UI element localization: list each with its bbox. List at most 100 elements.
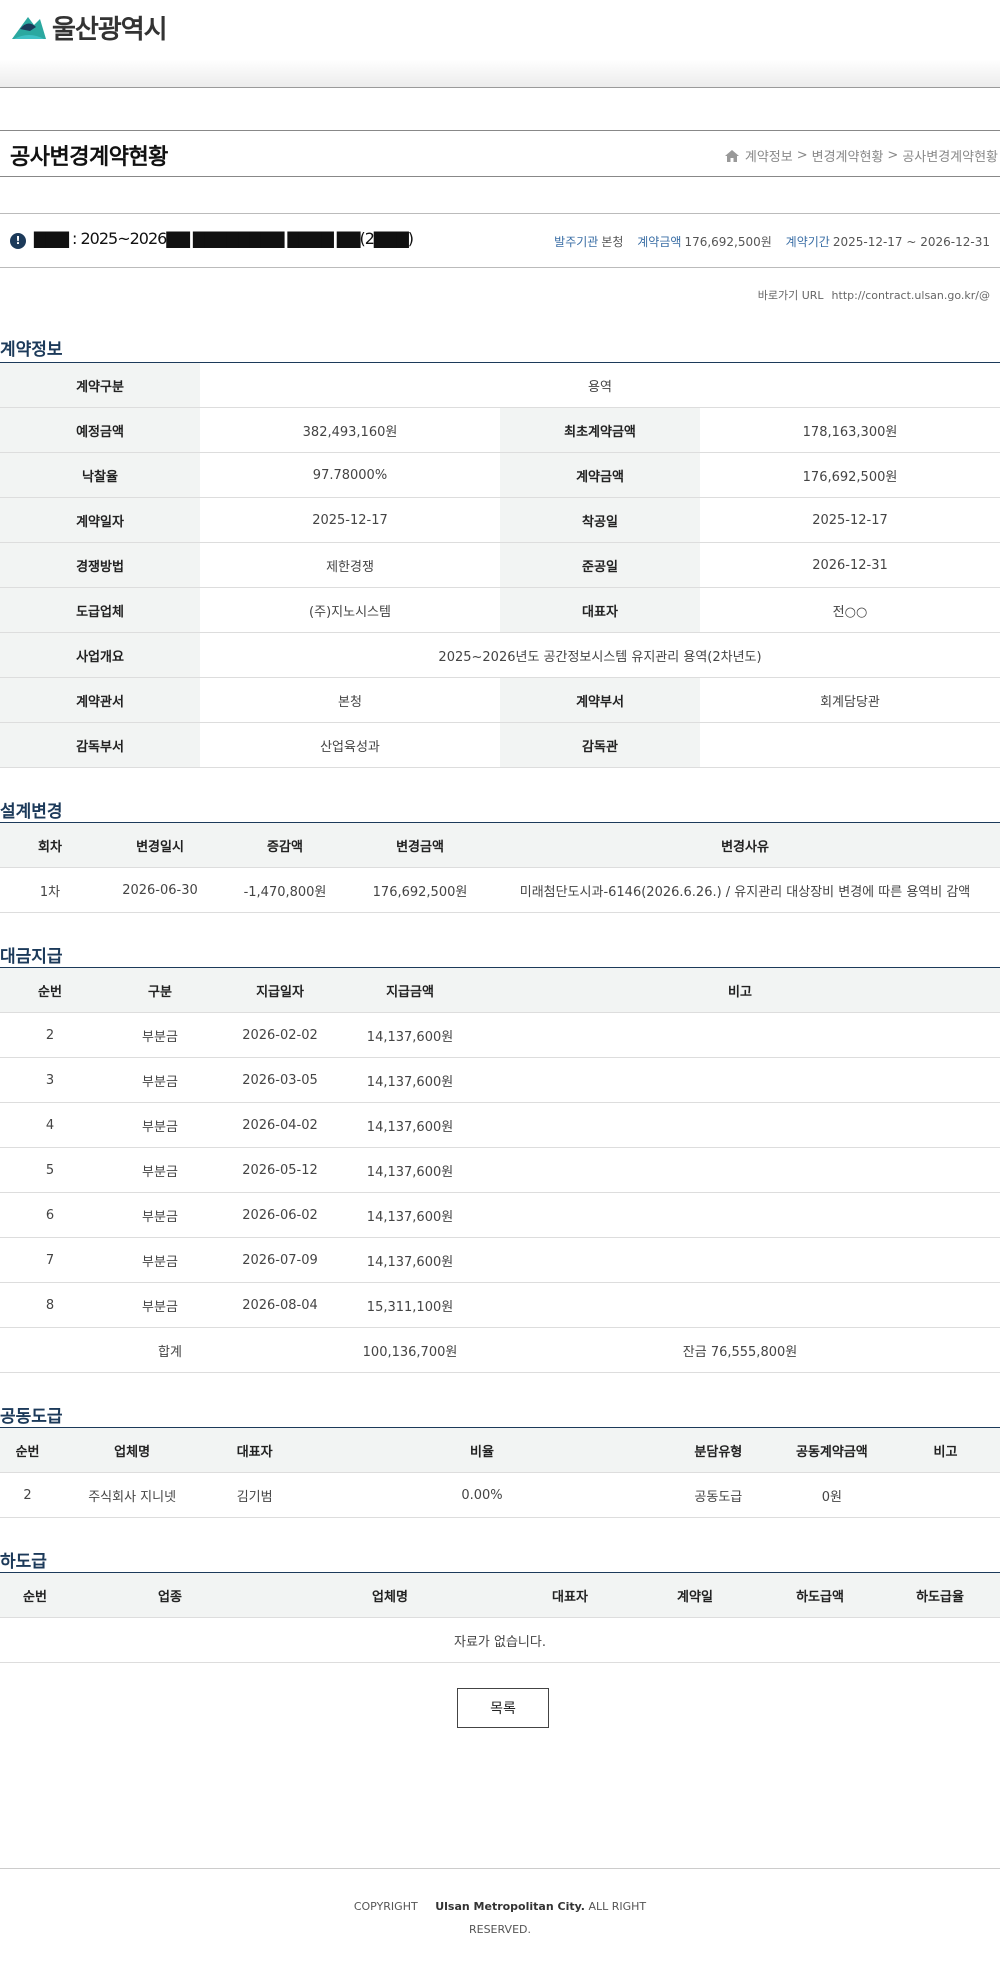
- table-cell: [480, 1012, 1000, 1058]
- info-value: [700, 722, 1000, 768]
- table-cell: 김기범: [209, 1472, 301, 1518]
- joint-contract-table: 순번 업체명 대표자 비율 분담유형 공동계약금액 비고 2 주식회사 지니넷 김기범 0.00%…: [0, 1427, 1000, 1518]
- amount-label: 계약금액: [637, 235, 682, 249]
- payment-table: 순번 구분 지급일자 지급금액 비고 2 부분금 2026-02-02 14,137,600원…: [0, 967, 1000, 1373]
- info-label: 계약구분: [0, 362, 200, 408]
- list-button[interactable]: 목록: [457, 1688, 549, 1728]
- section-title-design-change: 설계변경: [0, 802, 63, 822]
- copyright-org: Ulsan Metropolitan City.: [435, 1900, 585, 1913]
- table-cell: [480, 1057, 1000, 1103]
- balance-amount: 잔금 76,555,800원: [480, 1327, 1000, 1373]
- info-label: 계약관서: [0, 677, 200, 723]
- design-change-table: 회차 변경일시 증감액 변경금액 변경사유 1차 2026-06-30 -1,470,800…: [0, 822, 1000, 913]
- table-cell: 2026-06-30: [100, 867, 220, 913]
- table-cell: 부분금: [100, 1282, 220, 1328]
- table-cell: 14,137,600원: [340, 1012, 480, 1058]
- total-label: 합계: [0, 1327, 340, 1373]
- breadcrumb-separator: >: [887, 148, 899, 163]
- table-cell: 2026-04-02: [220, 1102, 340, 1148]
- column-header: 업체명: [270, 1572, 510, 1618]
- agency-value: 본청: [601, 235, 624, 249]
- info-value: 178,163,300원: [700, 407, 1000, 453]
- table-row: 2 주식회사 지니넷 김기범 0.00% 공동도급 0원: [0, 1472, 1000, 1518]
- breadcrumb-item-contract-info[interactable]: 계약정보: [745, 146, 793, 165]
- site-header: 울산광역시: [0, 0, 1000, 88]
- table-cell: 부분금: [100, 1057, 220, 1103]
- table-row: 4 부분금 2026-04-02 14,137,600원: [0, 1102, 1000, 1148]
- info-value: 제한경쟁: [200, 542, 500, 588]
- contract-info-table: 계약구분 용역 예정금액 382,493,160원 최초계약금액 178,163,300원…: [0, 362, 1000, 768]
- table-row: 예정금액 382,493,160원 최초계약금액 178,163,300원: [0, 407, 1000, 453]
- info-label: 경쟁방법: [0, 542, 200, 588]
- section-title-joint-contract: 공동도급: [0, 1407, 63, 1427]
- table-cell: 14,137,600원: [340, 1057, 480, 1103]
- column-header: 지급금액: [340, 967, 480, 1013]
- table-cell: 4: [0, 1102, 100, 1148]
- column-header: 업종: [70, 1572, 270, 1618]
- table-cell: 2: [0, 1472, 56, 1518]
- column-header: 지급일자: [220, 967, 340, 1013]
- url-label: 바로가기 URL: [757, 289, 824, 302]
- table-cell: 2026-02-02: [220, 1012, 340, 1058]
- copyright-label: COPYRIGHT: [353, 1900, 418, 1913]
- table-row: 6 부분금 2026-06-02 14,137,600원: [0, 1192, 1000, 1238]
- column-header: 구분: [100, 967, 220, 1013]
- empty-message: 자료가 없습니다.: [0, 1617, 1000, 1663]
- breadcrumb-item-change-contract[interactable]: 변경계약현황: [812, 146, 884, 165]
- subcontract-table: 순번 업종 업체명 대표자 계약일 하도급액 하도급율 자료가 없습니다.: [0, 1572, 1000, 1663]
- table-cell: 5: [0, 1147, 100, 1193]
- info-label: 준공일: [500, 542, 700, 588]
- logo-text: 울산광역시: [52, 14, 168, 45]
- section-title-payment: 대금지급: [0, 947, 63, 967]
- ulsan-logo-icon: [12, 17, 46, 39]
- title-bar: 공사변경계약현황 계약정보 > 변경계약현황 > 공사변경계약현황: [0, 130, 1000, 177]
- table-row: 도급업체 (주)지노시스템 대표자 전○○: [0, 587, 1000, 633]
- agency-label: 발주기관: [554, 235, 599, 249]
- info-value: 전○○: [700, 587, 1000, 633]
- info-value: 176,692,500원: [700, 452, 1000, 498]
- copyright-rights: ALL RIGHT: [588, 1900, 647, 1913]
- table-cell: 부분금: [100, 1192, 220, 1238]
- info-label: 감독부서: [0, 722, 200, 768]
- column-header: 분담유형: [663, 1427, 773, 1473]
- table-cell: 미래첨단도시과-6146(2026.6.26.) / 유지관리 대상장비 변경에…: [490, 867, 1000, 913]
- info-label: 사업개요: [0, 632, 200, 678]
- column-header: 순번: [0, 1427, 56, 1473]
- copyright-text: COPYRIGHT Ulsan Metropolitan City. ALL R…: [0, 1895, 1000, 1941]
- info-value: 2025-12-17: [700, 497, 1000, 543]
- url-link[interactable]: http://contract.ulsan.go.kr/@: [832, 289, 990, 302]
- site-logo[interactable]: 울산광역시: [10, 10, 168, 45]
- table-row-empty: 자료가 없습니다.: [0, 1617, 1000, 1663]
- table-cell: 부분금: [100, 1102, 220, 1148]
- home-icon[interactable]: [724, 149, 739, 162]
- info-value: 본청: [200, 677, 500, 723]
- breadcrumb-item-current[interactable]: 공사변경계약현황: [902, 146, 998, 165]
- column-header: 순번: [0, 1572, 70, 1618]
- amount-value: 176,692,500원: [684, 235, 772, 249]
- column-header: 순번: [0, 967, 100, 1013]
- contract-summary-bar: ! ▇▇▇ : 2025~2026▇▇ ▇▇▇▇▇▇▇▇ ▇▇▇▇ ▇▇(2▇▇…: [0, 213, 1000, 268]
- column-header: 변경사유: [490, 822, 1000, 868]
- info-label: 계약일자: [0, 497, 200, 543]
- table-cell: 공동도급: [663, 1472, 773, 1518]
- table-row-total: 합계 100,136,700원 잔금 76,555,800원: [0, 1327, 1000, 1373]
- table-row: 5 부분금 2026-05-12 14,137,600원: [0, 1147, 1000, 1193]
- column-header: 비고: [890, 1427, 1000, 1473]
- contract-meta: 발주기관 본청 계약금액 176,692,500원 계약기간 2025-12-17 ~…: [544, 233, 990, 250]
- period-label: 계약기간: [785, 235, 830, 249]
- table-cell: [480, 1102, 1000, 1148]
- table-cell: 176,692,500원: [350, 867, 490, 913]
- page-title: 공사변경계약현황: [10, 145, 168, 170]
- column-header: 변경일시: [100, 822, 220, 868]
- table-cell: 2026-08-04: [220, 1282, 340, 1328]
- table-row: 1차 2026-06-30 -1,470,800원 176,692,500원 미래첨단도…: [0, 867, 1000, 913]
- table-cell: [480, 1237, 1000, 1283]
- info-label: 계약부서: [500, 677, 700, 723]
- table-cell: 2026-03-05: [220, 1057, 340, 1103]
- table-row: 8 부분금 2026-08-04 15,311,100원: [0, 1282, 1000, 1328]
- column-header: 대표자: [510, 1572, 630, 1618]
- column-header: 비율: [300, 1427, 664, 1473]
- table-cell: 14,137,600원: [340, 1102, 480, 1148]
- table-cell: [480, 1147, 1000, 1193]
- section-title-contract-info: 계약정보: [0, 340, 63, 360]
